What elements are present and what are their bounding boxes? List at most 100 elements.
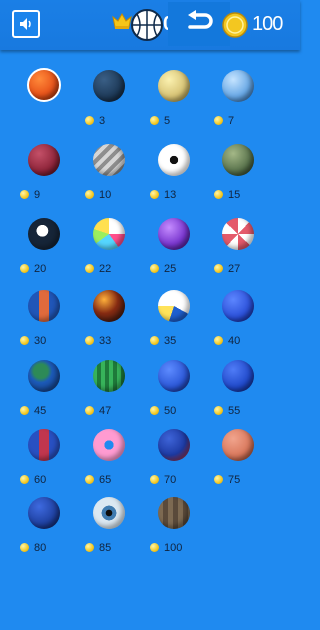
price-value: 40 — [228, 334, 241, 347]
ball-skin-beach-ball[interactable] — [93, 218, 125, 250]
coin-icon — [150, 543, 159, 553]
coin-icon — [214, 475, 223, 485]
coin-icon — [85, 190, 94, 200]
price-value: 47 — [99, 404, 112, 417]
ball-skin-dark-blue-ball[interactable] — [28, 497, 60, 529]
undo-arrow-icon — [188, 10, 213, 29]
ball-item-royal-blue-ball[interactable]: 40 — [214, 290, 280, 360]
coin-icon — [20, 264, 29, 274]
ball-skin-royal-blue-ball[interactable] — [222, 290, 254, 322]
ball-skin-volleyball[interactable] — [158, 290, 190, 322]
ball-item-blue-basketball[interactable]: 50 — [150, 360, 216, 430]
ball-item-beach-ball[interactable]: 22 — [85, 218, 151, 288]
ball-skin-camo-ball[interactable] — [222, 144, 254, 176]
ball-item-dark-blue-ball[interactable]: 80 — [20, 497, 86, 567]
ball-price: 65 — [85, 471, 111, 486]
coin-icon — [150, 475, 159, 485]
ball-item-blue-basketball-2[interactable]: 55 — [214, 360, 280, 430]
ball-price: 55 — [214, 402, 240, 417]
price-value: 100 — [164, 541, 183, 554]
coin-icon — [20, 543, 29, 553]
ball-price: 5 — [150, 112, 170, 127]
ball-skin-pumpkin[interactable] — [158, 497, 190, 529]
ball-skin-soccer-ball[interactable] — [158, 144, 190, 176]
price-value: 15 — [228, 188, 241, 201]
coin-icon — [150, 264, 159, 274]
ball-skin-blue-red-ball[interactable] — [158, 429, 190, 461]
ball-item-moon[interactable]: 5 — [150, 70, 216, 140]
ball-skin-peppermint[interactable] — [222, 218, 254, 250]
speaker-icon — [20, 18, 31, 30]
ball-skin-basketball-navy[interactable] — [93, 70, 125, 102]
ball-skin-blue-speckle[interactable] — [222, 70, 254, 102]
coin-icon — [85, 406, 94, 416]
ball-item-silver-swirl[interactable]: 10 — [85, 144, 151, 214]
price-value: 13 — [164, 188, 177, 201]
ball-item-volleyball[interactable]: 35 — [150, 290, 216, 360]
ball-item-donut[interactable]: 65 — [85, 429, 151, 499]
ball-skin-blue-basketball-2[interactable] — [222, 360, 254, 392]
coin-icon — [150, 116, 159, 126]
ball-price: 75 — [214, 471, 241, 486]
coin-icon — [85, 116, 94, 126]
price-value: 10 — [99, 188, 112, 201]
ball-skin-eight-ball[interactable] — [28, 218, 60, 250]
ball-price: 47 — [85, 402, 112, 417]
ball-item-soccer-ball[interactable]: 13 — [150, 144, 216, 214]
ball-item-red-blue-ball[interactable]: 60 — [20, 429, 86, 499]
ball-skin-red-blue-ball[interactable] — [28, 429, 60, 461]
ball-skin-lava-ball[interactable] — [93, 290, 125, 322]
sound-toggle-button[interactable] — [12, 10, 40, 38]
ball-skin-salmon-ball[interactable] — [222, 429, 254, 461]
ball-skin-donut[interactable] — [93, 429, 125, 461]
ball-skin-purple-planet[interactable] — [158, 218, 190, 250]
coin-icon — [222, 12, 248, 38]
ball-item-pumpkin[interactable]: 100 — [150, 497, 216, 567]
ball-skin-earth-ball[interactable] — [28, 360, 60, 392]
ball-skin-silver-swirl[interactable] — [93, 144, 125, 176]
price-value: 30 — [34, 334, 47, 347]
ball-item-basketball-navy[interactable]: 3 — [85, 70, 151, 140]
ball-price: 35 — [150, 332, 176, 347]
basketball-icon — [131, 9, 163, 41]
ball-skin-basketball-classic[interactable] — [27, 68, 61, 102]
price-value: 70 — [164, 473, 177, 486]
ball-item-blue-red-ball[interactable]: 70 — [150, 429, 216, 499]
ball-price: 15 — [214, 186, 241, 201]
ball-item-salmon-ball[interactable]: 75 — [214, 429, 280, 499]
price-value: 22 — [99, 262, 112, 275]
price-value: 3 — [99, 114, 106, 127]
ball-item-eight-ball[interactable]: 20 — [20, 218, 86, 288]
ball-item-watermelon[interactable]: 47 — [85, 360, 151, 430]
ball-skin-blue-basketball[interactable] — [158, 360, 190, 392]
ball-item-eyeball[interactable]: 85 — [85, 497, 151, 567]
coin-total: 100 — [252, 13, 283, 35]
coin-icon — [20, 190, 29, 200]
ball-item-peppermint[interactable]: 27 — [214, 218, 280, 288]
coin-icon — [214, 264, 223, 274]
ball-item-orange-blue-ball[interactable]: 30 — [20, 290, 86, 360]
coin-icon — [85, 336, 94, 346]
price-value: 50 — [164, 404, 177, 417]
coin-icon — [20, 336, 29, 346]
ball-item-purple-planet[interactable]: 25 — [150, 218, 216, 288]
ball-skin-eyeball[interactable] — [93, 497, 125, 529]
price-value: 75 — [228, 473, 241, 486]
back-button[interactable] — [168, 2, 230, 46]
coin-icon — [85, 264, 94, 274]
ball-skin-orange-blue-ball[interactable] — [28, 290, 60, 322]
ball-skin-moon[interactable] — [158, 70, 190, 102]
ball-item-blue-speckle[interactable]: 7 — [214, 70, 280, 140]
ball-price: 10 — [85, 186, 112, 201]
ball-item-crimson-ball[interactable]: 9 — [20, 144, 86, 214]
ball-item-camo-ball[interactable]: 15 — [214, 144, 280, 214]
ball-price: 27 — [214, 260, 240, 275]
ball-item-earth-ball[interactable]: 45 — [20, 360, 86, 430]
coin-icon — [150, 190, 159, 200]
ball-item-lava-ball[interactable]: 33 — [85, 290, 151, 360]
coin-icon — [85, 543, 94, 553]
coin-icon — [214, 406, 223, 416]
ball-item-basketball-classic[interactable] — [20, 68, 86, 140]
ball-skin-watermelon[interactable] — [93, 360, 125, 392]
ball-skin-crimson-ball[interactable] — [28, 144, 60, 176]
